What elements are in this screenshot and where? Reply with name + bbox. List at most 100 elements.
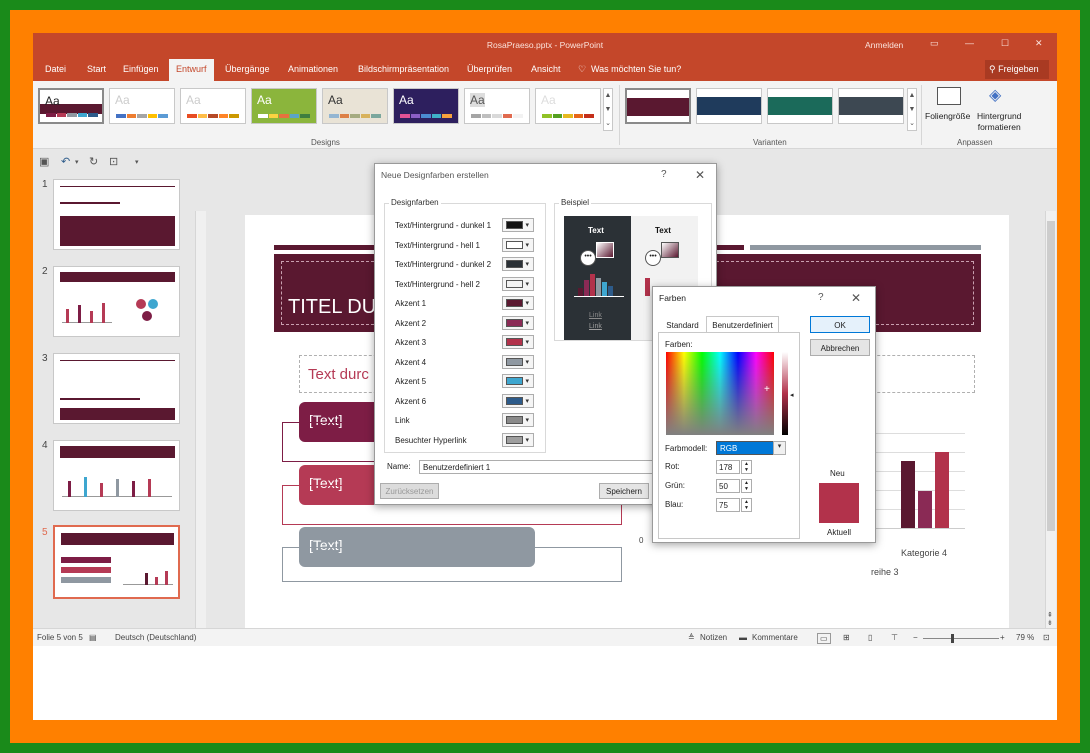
theme-color-picker-button[interactable]: ▾ (502, 257, 534, 271)
name-input[interactable]: Benutzerdefiniert 1 (419, 460, 657, 474)
slideshow-icon[interactable]: ⊤ (891, 633, 898, 642)
theme-thumb-1[interactable]: Aa (38, 88, 104, 124)
presentation-icon[interactable]: ⊡ (109, 155, 118, 168)
tab-entwurf[interactable]: Entwurf (169, 59, 214, 81)
tab-uebergaenge[interactable]: Übergänge (225, 64, 270, 74)
red-input[interactable]: 178 (716, 460, 740, 474)
variant-thumb-3[interactable] (767, 88, 833, 124)
variant-thumb-1[interactable] (625, 88, 691, 124)
close-window-icon[interactable]: ✕ (1035, 38, 1043, 49)
luminance-arrow-icon[interactable]: ◂ (790, 391, 794, 399)
save-icon[interactable]: ▣ (39, 155, 49, 168)
slide-thumb-3[interactable] (53, 353, 180, 424)
theme-thumb-4[interactable]: Aa (251, 88, 317, 124)
theme-color-picker-button[interactable]: ▾ (502, 218, 534, 232)
tab-datei[interactable]: Datei (45, 64, 66, 74)
undo-icon[interactable]: ↶ (61, 155, 70, 168)
colors-dialog-close-icon[interactable]: ✕ (851, 291, 861, 305)
red-spinner[interactable]: ▲ ▼ (741, 460, 752, 474)
variant-thumb-2[interactable] (696, 88, 762, 124)
current-color-label: Aktuell (827, 528, 852, 537)
tab-start[interactable]: Start (87, 64, 106, 74)
tab-bildschirmpraesentation[interactable]: Bildschirmpräsentation (358, 64, 449, 74)
cancel-button[interactable]: Abbrechen (810, 339, 870, 356)
variant-thumb-4[interactable] (838, 88, 904, 124)
tab-custom[interactable]: Benutzerdefiniert (706, 316, 779, 333)
color-model-select[interactable]: RGB ▾ (716, 441, 786, 455)
colors-dialog-help[interactable]: ? (818, 292, 824, 303)
customize-qat-icon[interactable]: ▾ (135, 158, 139, 166)
zoom-slider-thumb[interactable] (951, 634, 954, 643)
fit-slide-icon[interactable]: ⊡ (1043, 633, 1050, 642)
theme-color-picker-button[interactable]: ▾ (502, 354, 534, 369)
tab-einfuegen[interactable]: Einfügen (123, 64, 159, 74)
theme-color-picker-button[interactable]: ▾ (502, 335, 534, 349)
spellcheck-icon[interactable]: ▤ (89, 633, 97, 642)
slide-size-button[interactable]: Foliengröße (925, 111, 970, 121)
chart-series-label: reihe 3 (871, 567, 899, 577)
redo-icon[interactable]: ↻ (89, 155, 98, 168)
theme-thumb-6[interactable]: Aa (393, 88, 459, 124)
slide-sorter-icon[interactable]: ⊞ (843, 633, 850, 642)
reading-view-icon[interactable]: ▯ (868, 633, 872, 642)
theme-color-picker-button[interactable]: ▾ (502, 374, 534, 388)
ribbon-display-icon[interactable]: ▭ (930, 38, 939, 49)
blue-input[interactable]: 75 (716, 498, 740, 512)
undo-dropdown-icon[interactable]: ▾ (75, 158, 79, 166)
luminance-slider[interactable] (782, 352, 788, 435)
blue-spinner[interactable]: ▲ ▼ (741, 498, 752, 512)
theme-gallery-scroll[interactable]: ▲ ▼ ⌄ (603, 88, 613, 131)
notes-button[interactable]: Notizen (700, 633, 727, 642)
theme-thumb-3[interactable]: Aa (180, 88, 246, 124)
tab-animationen[interactable]: Animationen (288, 64, 338, 74)
bullet-outline-3 (282, 547, 622, 582)
slide-thumb-2[interactable] (53, 266, 180, 337)
zoom-slider[interactable] (923, 638, 999, 639)
theme-color-picker-button[interactable]: ▾ (502, 296, 534, 310)
color-swatch (506, 338, 523, 346)
green-input[interactable]: 50 (716, 479, 740, 493)
zoom-level[interactable]: 79 % (1016, 633, 1034, 642)
language-indicator[interactable]: Deutsch (Deutschland) (115, 633, 196, 642)
theme-color-picker-button[interactable]: ▾ (502, 432, 534, 447)
theme-thumb-7[interactable]: Aa (464, 88, 530, 124)
format-background-button[interactable]: Hintergrund formatieren (977, 111, 1021, 133)
save-button[interactable]: Speichern (599, 483, 649, 499)
theme-aa: Aa (257, 93, 272, 107)
theme-color-picker-button[interactable]: ▾ (502, 237, 534, 252)
green-spinner[interactable]: ▲ ▼ (741, 479, 752, 493)
comments-button[interactable]: Kommentare (752, 633, 798, 642)
ok-button[interactable]: OK (810, 316, 870, 333)
theme-color-picker-button[interactable]: ▾ (502, 315, 534, 330)
maximize-icon[interactable]: ☐ (1001, 38, 1009, 49)
main-scrollbar[interactable]: ⇞ ⇟ (1045, 211, 1056, 635)
variant-gallery-scroll[interactable]: ▲ ▼ ⌄ (907, 88, 917, 131)
theme-color-picker-button[interactable]: ▾ (502, 413, 534, 427)
theme-thumb-5[interactable]: Aa (322, 88, 388, 124)
zoom-out-icon[interactable]: − (913, 633, 918, 642)
tab-standard[interactable]: Standard (660, 318, 705, 332)
tab-ueberpruefen[interactable]: Überprüfen (467, 64, 512, 74)
design-dialog-close-icon[interactable]: ✕ (695, 168, 705, 182)
theme-thumb-2[interactable]: Aa (109, 88, 175, 124)
theme-color-picker-button[interactable]: ▾ (502, 393, 534, 408)
reset-button[interactable]: Zurücksetzen (380, 483, 439, 499)
tell-me-search[interactable]: Was möchten Sie tun? (591, 64, 681, 74)
slide-thumb-4[interactable] (53, 440, 180, 511)
theme-thumb-8[interactable]: Aa (535, 88, 601, 124)
tab-ansicht[interactable]: Ansicht (531, 64, 561, 74)
zoom-in-icon[interactable]: + (1000, 633, 1005, 642)
thumbnails-scrollbar[interactable] (195, 211, 206, 657)
preview-circle: ••• (645, 250, 661, 266)
theme-color-picker-button[interactable]: ▾ (502, 276, 534, 291)
minimize-icon[interactable]: — (965, 38, 974, 48)
sign-in-link[interactable]: Anmelden (865, 40, 903, 50)
slide-thumb-1[interactable] (53, 179, 180, 250)
design-dialog-help[interactable]: ? (661, 169, 667, 180)
share-button[interactable]: ⚲ Freigeben (985, 60, 1049, 79)
color-spectrum[interactable]: + (666, 352, 774, 435)
designfarben-label: Designfarben (389, 198, 441, 207)
normal-view-icon[interactable]: ▭ (817, 633, 831, 644)
green-label: Grün: (665, 481, 686, 490)
slide-thumb-5[interactable] (53, 525, 180, 599)
